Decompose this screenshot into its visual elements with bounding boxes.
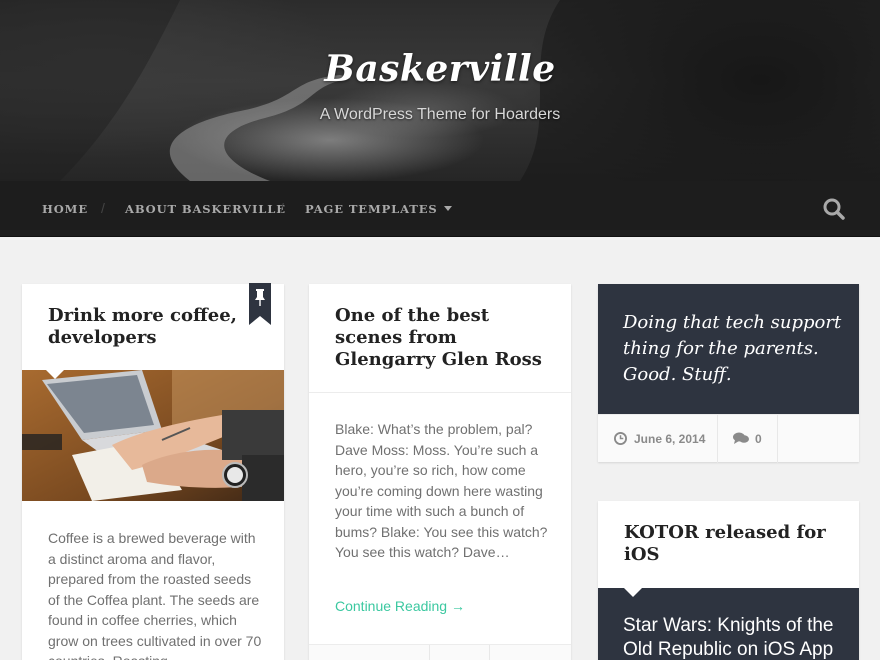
search-button[interactable] [822,197,846,221]
post-excerpt: Blake: What’s the problem, pal? Dave Mos… [335,421,548,560]
caret-down-icon [443,206,452,211]
continue-reading-link[interactable]: Continue Reading → [335,598,465,614]
site-header: Baskerville A WordPress Theme for Hoarde… [0,0,880,181]
post-title[interactable]: Drink more coffee, developers [48,305,248,349]
nav-item-home[interactable]: HOME [42,202,88,216]
nav-separator: / [101,200,105,216]
nav-separator: / [280,200,284,216]
post-date[interactable]: June 6, 2014 [634,432,705,446]
clock-icon [614,432,627,445]
aside-meta-row: June 6, 2014 0 [598,414,859,463]
header-road-image [0,0,880,181]
site-tagline: A WordPress Theme for Hoarders [319,106,561,123]
meta-divider [717,415,718,463]
meta-divider [489,645,490,660]
post-meta-row [309,644,571,660]
post-title[interactable]: One of the best scenes from Glengarry Gl… [335,305,550,371]
aside-quote-text: Doing that tech support thing for the pa… [623,312,842,385]
sticky-bookmark [249,283,271,325]
nav-item-page-templates[interactable]: PAGE TEMPLATES [305,202,452,216]
meta-divider [429,645,430,660]
status-text: Star Wars: Knights of the Old Republic o… [623,615,834,660]
post-title[interactable]: KOTOR released for iOS [624,522,839,566]
main-navigation: HOME / ABOUT BASKERVILLE / PAGE TEMPLATE… [0,181,880,237]
comment-count[interactable]: 0 [755,432,762,446]
comments-icon [733,432,749,444]
coffee-laptop-photo [22,370,284,501]
image-notch [46,370,64,379]
meta-divider [777,415,778,463]
site-title[interactable]: Baskerville [0,48,880,90]
post-excerpt: Coffee is a brewed beverage with a disti… [48,530,262,660]
search-icon [823,198,845,220]
status-notch [624,588,642,597]
nav-item-about-baskerville[interactable]: ABOUT BASKERVILLE [125,202,286,216]
post-featured-image[interactable] [22,370,284,501]
post-divider [309,392,571,393]
nav-item-page-templates-label: PAGE TEMPLATES [305,202,438,216]
